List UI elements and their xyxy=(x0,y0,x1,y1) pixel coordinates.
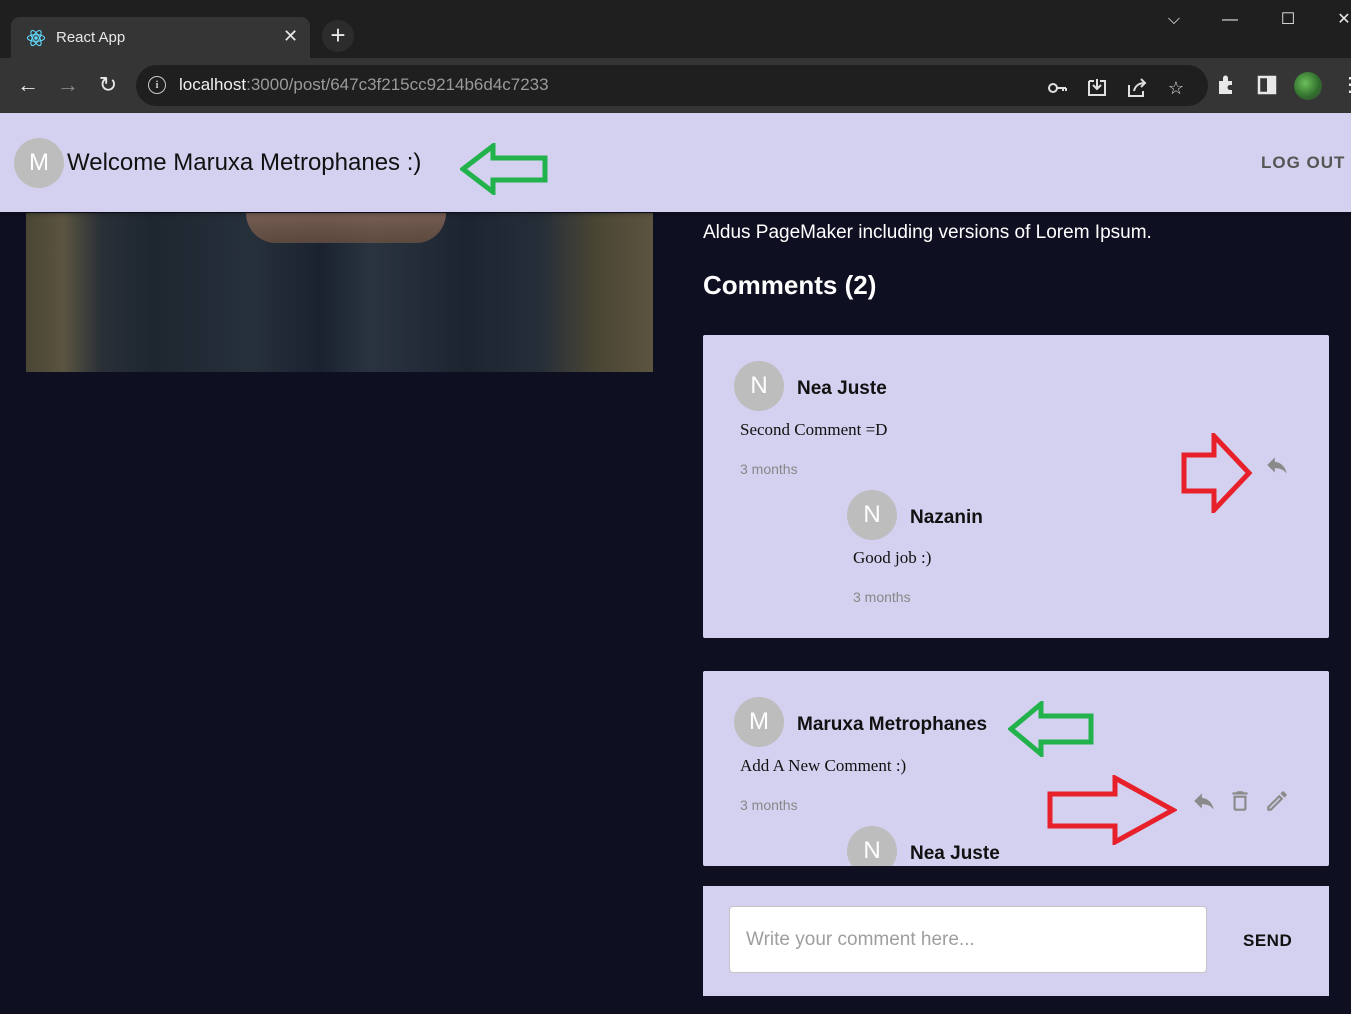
reply-author: Nea Juste xyxy=(910,843,1000,864)
react-favicon xyxy=(26,29,46,47)
comment-input[interactable] xyxy=(729,906,1207,973)
green-arrow-annotation xyxy=(1008,701,1094,757)
avatar: M xyxy=(734,697,784,747)
edit-icon[interactable] xyxy=(1264,788,1290,814)
forward-icon[interactable]: → xyxy=(52,70,84,102)
reply-icon[interactable] xyxy=(1191,788,1217,814)
info-icon[interactable]: i xyxy=(148,76,166,94)
sidepanel-icon[interactable] xyxy=(1254,72,1280,98)
post-body-text: Aldus PageMaker including versions of Lo… xyxy=(703,222,1152,243)
reply-icon[interactable] xyxy=(1264,452,1290,478)
comment-body: Add A New Comment :) xyxy=(740,756,907,775)
comment-author: Nea Juste xyxy=(797,378,887,399)
tab-title: React App xyxy=(56,29,126,46)
reply-body: Good job :) xyxy=(853,548,932,567)
avatar: N xyxy=(847,826,897,866)
avatar: M xyxy=(14,138,64,188)
logout-button[interactable]: LOG OUT xyxy=(1261,153,1345,173)
red-arrow-annotation xyxy=(1047,775,1177,845)
minimize-icon[interactable]: — xyxy=(1202,6,1258,34)
comment-composer: SEND xyxy=(703,886,1329,996)
browser-toolbar: ← → ↻ i localhost:3000/post/647c3f215cc9… xyxy=(0,58,1351,113)
plus-icon[interactable]: + xyxy=(322,20,354,52)
share-icon[interactable] xyxy=(1126,77,1148,99)
comment-author: Maruxa Metrophanes xyxy=(797,714,988,735)
welcome-message: Welcome Maruxa Metrophanes :) xyxy=(67,149,422,176)
url-text[interactable]: localhost:3000/post/647c3f215cc9214b6d4c… xyxy=(179,75,549,95)
post-image xyxy=(26,213,653,372)
address-bar[interactable]: i localhost:3000/post/647c3f215cc9214b6d… xyxy=(136,65,1208,106)
back-icon[interactable]: ← xyxy=(12,70,44,102)
menu-icon[interactable]: ⋮ xyxy=(1340,72,1351,97)
comment-time: 3 months xyxy=(740,461,798,477)
send-button[interactable]: SEND xyxy=(1243,931,1292,951)
delete-icon[interactable] xyxy=(1227,788,1253,814)
url-path: :3000/post/647c3f215cc9214b6d4c7233 xyxy=(246,75,549,94)
star-icon[interactable]: ☆ xyxy=(1165,77,1187,99)
tab-search-icon[interactable]: ⌵ xyxy=(1146,6,1202,34)
comments-title: Comments (2) xyxy=(703,270,877,300)
extensions-icon[interactable] xyxy=(1214,72,1240,98)
green-arrow-annotation xyxy=(460,143,548,195)
browser-tab[interactable]: React App ✕ xyxy=(11,17,310,58)
comment-body: Second Comment =D xyxy=(740,420,888,439)
browser-tab-strip: React App ✕ + ⌵ — ☐ ✕ xyxy=(0,0,1351,58)
key-icon[interactable] xyxy=(1046,77,1068,99)
avatar: N xyxy=(847,490,897,540)
reload-icon[interactable]: ↻ xyxy=(92,70,124,102)
profile-avatar[interactable] xyxy=(1294,72,1322,100)
avatar: N xyxy=(734,361,784,411)
close-window-icon[interactable]: ✕ xyxy=(1316,6,1351,34)
maximize-icon[interactable]: ☐ xyxy=(1260,6,1316,34)
reply-time: 3 months xyxy=(853,589,911,605)
url-host: localhost xyxy=(179,75,247,94)
app-header: M Welcome Maruxa Metrophanes :) LOG OUT xyxy=(0,113,1351,212)
red-arrow-annotation xyxy=(1181,433,1253,513)
reply-author: Nazanin xyxy=(910,507,983,528)
comment-time: 3 months xyxy=(740,797,798,813)
install-icon[interactable] xyxy=(1086,77,1108,99)
close-icon[interactable]: ✕ xyxy=(283,26,298,47)
